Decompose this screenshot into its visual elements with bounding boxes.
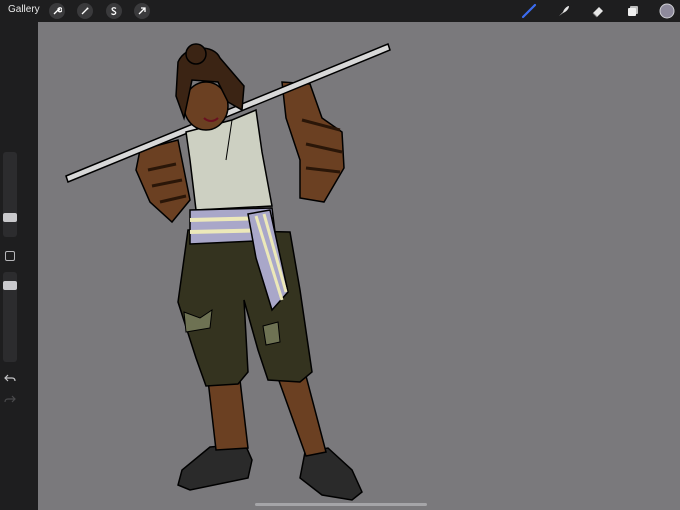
wrench-icon[interactable] bbox=[49, 3, 65, 19]
home-indicator bbox=[255, 503, 427, 506]
selection-s-icon[interactable] bbox=[106, 3, 122, 19]
character-artwork bbox=[65, 43, 391, 501]
left-sidebar bbox=[0, 22, 38, 510]
drawing-canvas[interactable] bbox=[38, 22, 680, 510]
redo-icon[interactable] bbox=[4, 389, 16, 408]
brush-size-slider[interactable] bbox=[3, 152, 17, 237]
top-toolbar: Gallery bbox=[0, 0, 680, 22]
transform-arrow-icon[interactable] bbox=[134, 3, 150, 19]
magic-wand-icon[interactable] bbox=[77, 3, 93, 19]
modify-button[interactable] bbox=[5, 251, 15, 261]
layers-icon[interactable] bbox=[625, 3, 641, 19]
gallery-button[interactable]: Gallery bbox=[8, 4, 40, 15]
brush-size-handle[interactable] bbox=[3, 213, 17, 222]
smudge-icon[interactable] bbox=[556, 3, 572, 19]
brush-icon[interactable] bbox=[521, 3, 537, 19]
color-swatch[interactable] bbox=[659, 3, 675, 19]
eraser-icon[interactable] bbox=[590, 3, 606, 19]
undo-icon[interactable] bbox=[4, 368, 16, 387]
opacity-handle[interactable] bbox=[3, 281, 17, 290]
